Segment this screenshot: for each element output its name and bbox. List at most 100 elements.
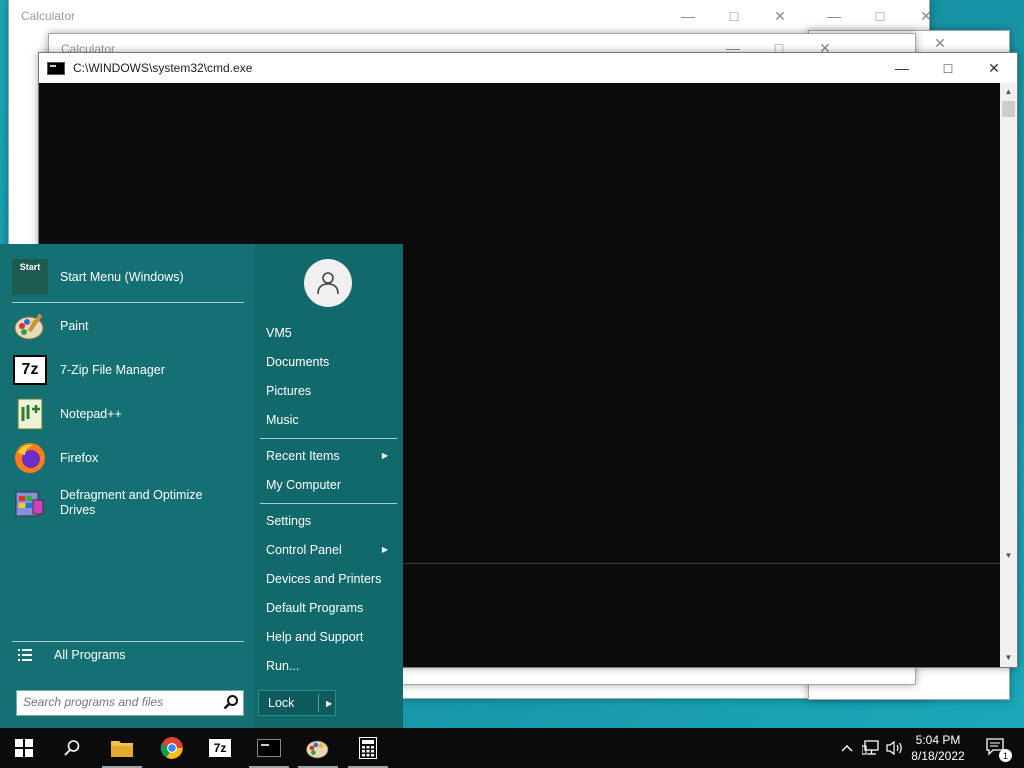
taskbar-7zip[interactable]: 7z xyxy=(196,728,244,768)
minimize-icon[interactable]: — xyxy=(665,0,711,32)
console-icon xyxy=(257,739,281,757)
scroll-up-icon[interactable]: ▲ xyxy=(1000,83,1017,99)
clock[interactable]: 5:04 PM 8/18/2022 xyxy=(905,732,971,764)
start-programs-pane: Start Start Menu (Windows) Paint 7z 7-Zi… xyxy=(0,244,254,728)
lock-button[interactable]: Lock ▶ xyxy=(258,690,336,716)
program-firefox[interactable]: Firefox xyxy=(12,437,244,479)
program-label: Firefox xyxy=(60,451,99,465)
user-icon xyxy=(317,272,339,295)
taskbar-cmd[interactable] xyxy=(245,728,293,768)
search-box[interactable] xyxy=(16,690,244,716)
notification-badge: 1 xyxy=(999,749,1012,762)
program-label: 7-Zip File Manager xyxy=(60,363,165,377)
minimize-icon[interactable]: — xyxy=(811,0,857,32)
program-defrag[interactable]: Defragment and Optimize Drives xyxy=(12,481,244,525)
vertical-scrollbar[interactable]: ▲ ▼ ▼ xyxy=(1000,83,1017,667)
notification-icon: 1 xyxy=(986,738,1012,762)
menu-item-my-computer[interactable]: My Computer xyxy=(266,474,396,496)
taskbar-search-button[interactable] xyxy=(48,728,96,768)
taskbar-paint[interactable] xyxy=(294,728,342,768)
console-icon xyxy=(47,61,65,75)
notepadpp-icon xyxy=(12,396,48,432)
menu-item-pictures[interactable]: Pictures xyxy=(266,380,396,402)
search-input[interactable] xyxy=(17,691,219,713)
start-icon-text: Start xyxy=(19,262,41,272)
paint-icon xyxy=(12,308,48,344)
chevron-up-icon xyxy=(841,745,853,752)
menu-item-label: Recent Items xyxy=(266,449,340,463)
caption-buttons: — □ ✕ xyxy=(879,52,1017,84)
taskbar-file-explorer[interactable] xyxy=(98,728,146,768)
program-paint[interactable]: Paint xyxy=(12,305,244,347)
start-button[interactable] xyxy=(0,728,48,768)
network-button[interactable] xyxy=(858,728,884,768)
all-programs-label: All Programs xyxy=(54,648,126,662)
menu-item-documents[interactable]: Documents xyxy=(266,351,396,373)
menu-item-run[interactable]: Run... xyxy=(266,655,396,677)
menu-item-recent-items[interactable]: Recent Items ▶ xyxy=(266,445,396,467)
minimize-icon[interactable]: — xyxy=(879,52,925,84)
submenu-arrow-icon: ▶ xyxy=(381,545,388,554)
program-7zip[interactable]: 7z 7-Zip File Manager xyxy=(12,349,244,391)
taskbar-chrome[interactable] xyxy=(148,728,196,768)
program-notepadpp[interactable]: Notepad++ xyxy=(12,393,244,435)
menu-item-label: Help and Support xyxy=(266,630,364,644)
windows-logo-icon xyxy=(15,739,33,757)
menu-item-default-programs[interactable]: Default Programs xyxy=(266,597,396,619)
cmd-titlebar[interactable]: C:\WINDOWS\system32\cmd.exe xyxy=(39,53,1017,83)
folder-icon xyxy=(111,741,133,757)
scroll-thumb[interactable] xyxy=(1002,101,1015,117)
menu-item-label: Devices and Printers xyxy=(266,572,382,586)
user-avatar[interactable] xyxy=(304,259,352,307)
show-hidden-icons-button[interactable] xyxy=(836,728,858,768)
start-menu-icon: Start xyxy=(12,259,48,295)
divider xyxy=(260,503,397,504)
speaker-icon xyxy=(886,740,902,756)
program-label: Paint xyxy=(60,319,89,333)
clock-date: 8/18/2022 xyxy=(911,749,965,763)
program-start-menu[interactable]: Start Start Menu (Windows) xyxy=(12,256,244,298)
menu-item-devices-printers[interactable]: Devices and Printers xyxy=(266,568,396,590)
taskbar: 7z 5:04 PM 8/18/2022 1 xyxy=(0,728,1024,768)
program-label: Defragment and Optimize Drives xyxy=(60,488,203,517)
menu-item-label: Documents xyxy=(266,355,330,369)
menu-item-control-panel[interactable]: Control Panel ▶ xyxy=(266,539,396,561)
window-title: C:\WINDOWS\system32\cmd.exe xyxy=(73,61,253,75)
menu-item-vm5[interactable]: VM5 xyxy=(266,322,396,344)
close-icon[interactable]: ✕ xyxy=(757,0,803,32)
divider xyxy=(12,302,244,303)
menu-item-label: Run... xyxy=(266,659,300,673)
lock-label: Lock xyxy=(268,696,295,710)
calculator-icon xyxy=(359,737,377,759)
close-icon[interactable]: ✕ xyxy=(971,52,1017,84)
submenu-arrow-icon: ▶ xyxy=(381,451,388,460)
paint-icon xyxy=(306,740,329,759)
volume-button[interactable] xyxy=(883,728,907,768)
start-menu: Start Start Menu (Windows) Paint 7z 7-Zi… xyxy=(0,244,403,728)
caption-buttons: — □ ✕ xyxy=(665,0,803,32)
all-programs-button[interactable]: All Programs xyxy=(18,648,126,662)
firefox-icon xyxy=(12,440,48,476)
maximize-icon[interactable]: □ xyxy=(711,0,757,32)
divider xyxy=(12,641,244,642)
program-label: Notepad++ xyxy=(60,407,122,421)
action-center-button[interactable]: 1 xyxy=(978,728,1014,768)
7zip-icon: 7z xyxy=(208,738,232,758)
desktop: Calculator — □ ✕ — □ ✕ □ ✕ Calculator — … xyxy=(0,0,1024,728)
taskbar-calculator[interactable] xyxy=(344,728,392,768)
scroll-down-icon[interactable]: ▼ xyxy=(1000,649,1017,665)
chrome-icon xyxy=(160,737,183,759)
menu-item-label: Control Panel xyxy=(266,543,342,557)
start-places-pane: VM5 Documents Pictures Music Recent Item… xyxy=(255,244,403,728)
window-title: Calculator xyxy=(21,9,76,23)
maximize-icon[interactable]: □ xyxy=(925,52,971,84)
menu-item-label: Settings xyxy=(266,514,312,528)
scroll-down-icon[interactable]: ▼ xyxy=(1000,547,1017,563)
menu-item-settings[interactable]: Settings xyxy=(266,510,396,532)
menu-item-help-support[interactable]: Help and Support xyxy=(266,626,396,648)
menu-item-music[interactable]: Music xyxy=(266,409,396,431)
lock-divider xyxy=(318,694,319,712)
defrag-icon xyxy=(12,485,48,521)
search-icon[interactable] xyxy=(223,694,239,710)
power-options-arrow-icon[interactable]: ▶ xyxy=(326,699,332,708)
